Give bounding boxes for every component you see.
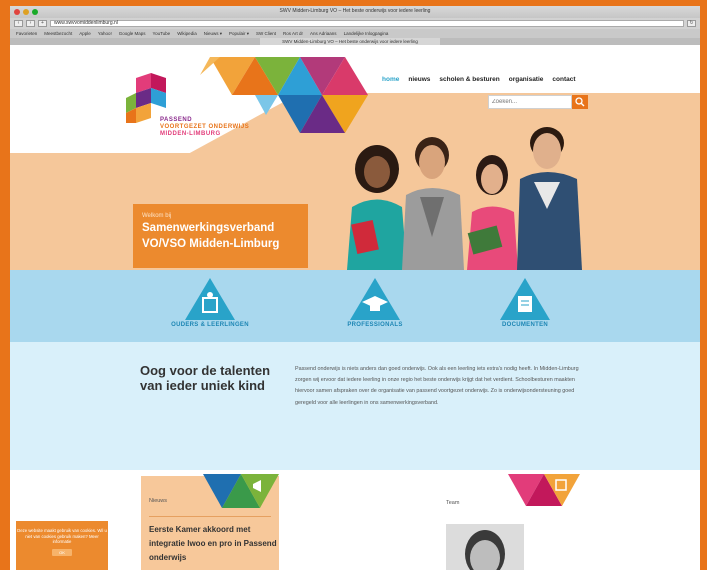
feature-label: PROFESSIONALS — [347, 322, 403, 328]
megaphone-icon — [203, 474, 279, 508]
main-nav: home nieuws scholen & besturen organisat… — [382, 76, 576, 83]
document-icon — [500, 278, 550, 320]
back-button[interactable]: ‹ — [14, 20, 23, 27]
bookmark-item[interactable]: SW Client — [256, 31, 276, 36]
browser-window: SWV Midden-Limburg VO – Het beste onderw… — [10, 6, 700, 570]
forward-button[interactable]: › — [26, 20, 35, 27]
logo-icon — [126, 73, 166, 123]
feature-label: OUDERS & LEERLINGEN — [171, 322, 249, 328]
team-heading: Team — [446, 500, 460, 506]
logo-line-1: PASSEND — [160, 117, 193, 123]
nav-item-scholen-besturen[interactable]: scholen & besturen — [439, 76, 499, 83]
intro-text: Passend onderwijs is niets anders dan go… — [295, 366, 579, 406]
welcome-line-2: VO/VSO Midden-Limburg — [142, 238, 280, 250]
bookmark-item[interactable]: Favorieten — [16, 31, 37, 36]
logo-line-2: VOORTGEZET ONDERWIJS — [160, 124, 250, 130]
graduation-cap-icon — [350, 278, 400, 320]
bookmark-item[interactable]: Apple — [79, 31, 91, 36]
news-divider — [149, 516, 271, 517]
feature-bar: OUDERS & LEERLINGEN PROFESSIONALS DOCUME… — [10, 270, 700, 342]
feature-documenten[interactable]: DOCUMENTEN — [465, 278, 585, 328]
welcome-small: Welkom bij — [142, 213, 172, 219]
reload-button[interactable]: ↻ — [687, 20, 696, 27]
nav-item-nieuws[interactable]: nieuws — [408, 76, 430, 83]
cookie-box: Deze website maakt gebruik van cookies. … — [16, 521, 108, 570]
bookmark-item[interactable]: YouTube — [153, 31, 171, 36]
tab-strip: SWV Midden-Limburg VO – Het beste onderw… — [10, 38, 700, 45]
logo-text: PASSEND VOORTGEZET ONDERWIJS MIDDEN-LIMB… — [160, 117, 249, 138]
search-input[interactable] — [488, 95, 572, 109]
bookmark-item[interactable]: Nieuws ▾ — [204, 31, 222, 37]
welcome-line-1: Samenwerkingsverband — [142, 222, 275, 234]
lower-section: Deze website maakt gebruik van cookies. … — [10, 470, 700, 570]
bookmark-item[interactable]: Ros Art dr — [283, 31, 303, 36]
intro-title: Oog voor de talenten van ieder uniek kin… — [140, 363, 290, 393]
window-title: SWV Midden-Limburg VO – Het beste onderw… — [279, 8, 431, 14]
share-button[interactable]: + — [38, 20, 47, 27]
nav-item-organisatie[interactable]: organisatie — [509, 76, 544, 83]
search-box — [488, 95, 588, 109]
intro-section: Oog voor de talenten van ieder uniek kin… — [10, 342, 700, 470]
title-bar: SWV Midden-Limburg VO – Het beste onderw… — [10, 6, 700, 18]
cookie-text: Deze website maakt gebruik van cookies. … — [17, 528, 107, 544]
welcome-box: Welkom bij Samenwerkingsverband VO/VSO M… — [133, 204, 308, 268]
browser-tab[interactable]: SWV Midden-Limburg VO – Het beste onderw… — [260, 38, 440, 45]
logo-line-3: MIDDEN-LIMBURG — [160, 131, 221, 137]
bookmark-item[interactable]: Wikipedia — [177, 31, 197, 36]
bookmark-item[interactable]: Populair ▾ — [229, 31, 249, 37]
url-field[interactable]: www.swvvomiddenlimburg.nl — [50, 20, 684, 27]
bookmarks-bar: Favorieten Meestbezocht Apple Yahoo! Google … — [10, 29, 700, 38]
feature-label: DOCUMENTEN — [502, 322, 548, 328]
intro-title-line-2: van ieder uniek kind — [140, 378, 265, 393]
bookmark-item[interactable]: Google Maps — [119, 31, 146, 36]
intro-title-line-1: Oog voor de talenten — [140, 363, 271, 378]
news-heading: Nieuws — [149, 498, 168, 504]
bookmark-item[interactable]: Meestbezocht — [44, 31, 72, 36]
bookmark-item[interactable]: Yahoo! — [98, 31, 112, 36]
nav-item-home[interactable]: home — [382, 76, 399, 83]
bookmark-item[interactable]: Ans Adriaans — [310, 31, 337, 36]
search-button[interactable] — [572, 95, 588, 109]
feature-professionals[interactable]: PROFESSIONALS — [315, 278, 435, 328]
bookmark-item[interactable]: Landelijke Inlogpagina — [344, 31, 389, 36]
feature-ouders-leerlingen[interactable]: OUDERS & LEERLINGEN — [150, 278, 270, 328]
students-photo — [347, 127, 582, 270]
search-icon — [575, 97, 585, 107]
team-photo — [446, 524, 524, 570]
nav-item-contact[interactable]: contact — [552, 76, 575, 83]
cookie-ok-button[interactable]: OK — [52, 548, 72, 556]
team-icon — [508, 474, 580, 506]
family-icon — [185, 278, 235, 320]
person-photo — [446, 524, 524, 570]
news-title-link[interactable]: Eerste Kamer akkoord met integratie lwoo… — [149, 523, 277, 565]
address-toolbar: ‹ › + www.swvvomiddenlimburg.nl ↻ — [10, 18, 700, 29]
web-page: PASSEND VOORTGEZET ONDERWIJS MIDDEN-LIMB… — [10, 45, 700, 570]
